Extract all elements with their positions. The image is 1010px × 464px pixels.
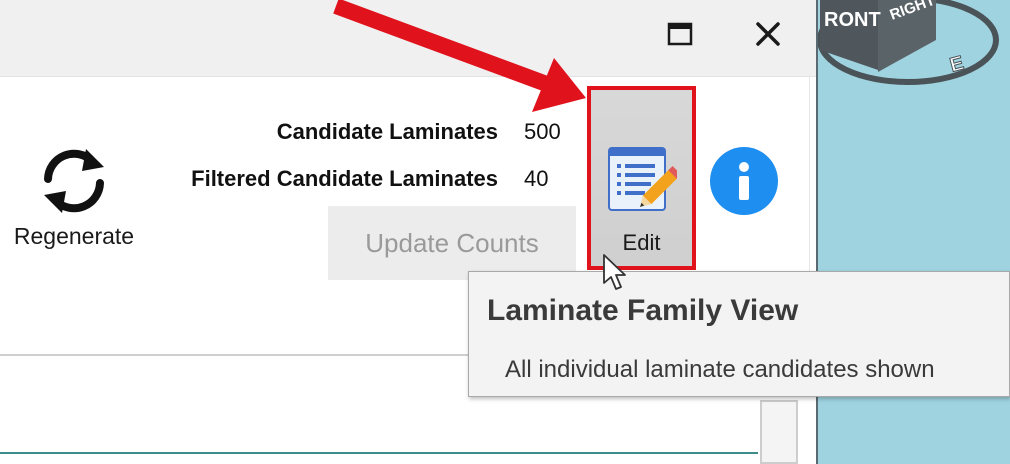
info-icon	[739, 162, 749, 200]
compass-east-label: E	[948, 52, 967, 77]
candidate-laminates-value: 500	[524, 119, 561, 144]
close-icon	[756, 22, 780, 46]
edit-list-icon	[605, 146, 682, 222]
refresh-icon	[10, 141, 138, 221]
tooltip-title: Laminate Family View	[487, 294, 799, 327]
vertical-scrollbar[interactable]	[760, 400, 798, 464]
close-button[interactable]	[748, 14, 788, 54]
mouse-cursor-icon	[603, 254, 626, 290]
regenerate-label: Regenerate	[13, 223, 135, 249]
regenerate-button[interactable]: Regenerate	[10, 141, 138, 250]
candidate-laminates-label: Candidate Laminates	[276, 119, 498, 144]
maximize-icon	[667, 22, 693, 46]
maximize-button[interactable]	[660, 14, 700, 54]
filtered-candidate-laminates-value: 40	[524, 166, 549, 191]
update-counts-button[interactable]: Update Counts	[328, 206, 576, 280]
divider	[0, 452, 758, 454]
view-cube-front-label: RONT	[824, 9, 881, 31]
filtered-candidate-laminates-label: Filtered Candidate Laminates	[191, 166, 498, 191]
title-bar	[0, 0, 816, 77]
edit-button[interactable]: Edit	[587, 86, 696, 270]
edit-tooltip: Laminate Family View All individual lami…	[468, 271, 1010, 397]
info-button[interactable]	[710, 147, 778, 215]
tooltip-description: All individual laminate candidates shown	[505, 356, 935, 383]
